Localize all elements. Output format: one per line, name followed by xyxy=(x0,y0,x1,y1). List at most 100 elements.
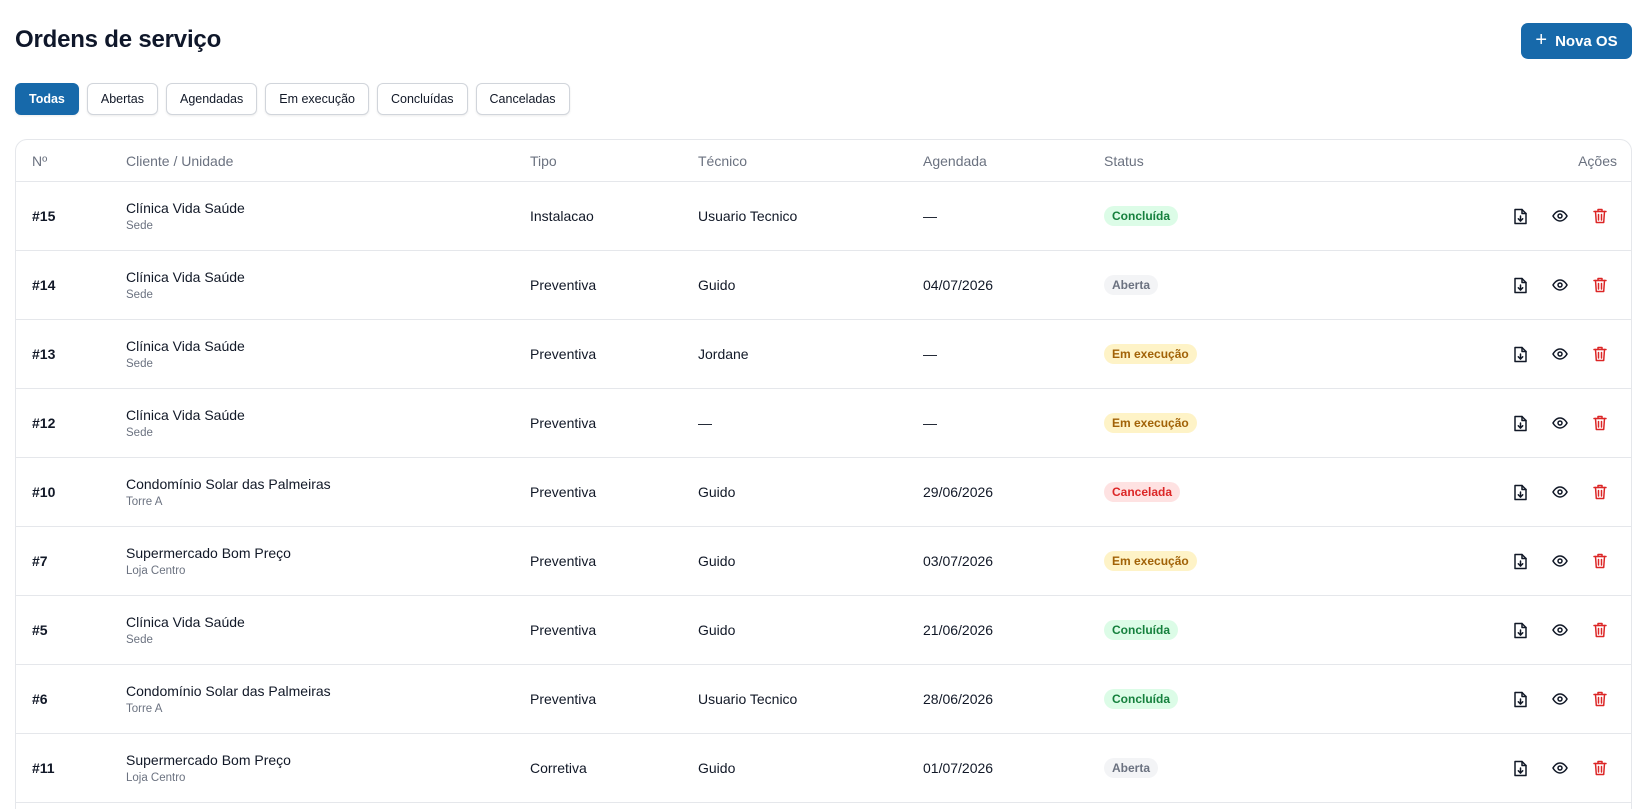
filter-todas[interactable]: Todas xyxy=(15,83,79,115)
order-number: #6 xyxy=(32,691,48,707)
order-number: #11 xyxy=(32,760,55,776)
order-type: Preventiva xyxy=(530,691,597,707)
status-badge: Concluída xyxy=(1104,689,1179,709)
eye-icon[interactable] xyxy=(1551,621,1569,639)
eye-icon[interactable] xyxy=(1551,759,1569,777)
file-download-icon[interactable] xyxy=(1511,345,1529,363)
file-download-icon[interactable] xyxy=(1511,414,1529,432)
trash-icon[interactable] xyxy=(1591,621,1609,639)
eye-icon[interactable] xyxy=(1551,414,1569,432)
status-badge: Em execução xyxy=(1104,551,1197,571)
table-row[interactable]: #6 Condomínio Solar das Palmeiras Torre … xyxy=(16,665,1631,734)
row-actions xyxy=(1511,345,1609,363)
technician: Guido xyxy=(698,484,736,500)
plus-icon: + xyxy=(1535,29,1548,51)
status-badge: Em execução xyxy=(1104,344,1197,364)
file-download-icon[interactable] xyxy=(1511,621,1529,639)
order-number: #10 xyxy=(32,484,56,500)
scheduled-date: — xyxy=(923,415,937,431)
technician: Jordane xyxy=(698,346,749,362)
status-cell: Concluída xyxy=(1104,689,1179,709)
order-number: #14 xyxy=(32,277,56,293)
eye-icon[interactable] xyxy=(1551,552,1569,570)
client-name: Condomínio Solar das Palmeiras xyxy=(126,476,331,492)
scheduled-date: 03/07/2026 xyxy=(923,553,994,569)
client-cell: Clínica Vida Saúde Sede xyxy=(126,269,245,301)
order-number: #7 xyxy=(32,553,48,569)
col-tecnico: Técnico xyxy=(698,153,748,169)
scheduled-date: — xyxy=(923,208,937,224)
order-type: Preventiva xyxy=(530,277,597,293)
eye-icon[interactable] xyxy=(1551,276,1569,294)
eye-icon[interactable] xyxy=(1551,345,1569,363)
eye-icon[interactable] xyxy=(1551,690,1569,708)
technician: — xyxy=(698,415,712,431)
status-cell: Aberta xyxy=(1104,758,1159,778)
table-row[interactable]: #5 Clínica Vida Saúde Sede Preventiva Gu… xyxy=(16,596,1631,665)
status-cell: Concluída xyxy=(1104,206,1179,226)
table-row[interactable]: #7 Supermercado Bom Preço Loja Centro Pr… xyxy=(16,527,1631,596)
technician: Usuario Tecnico xyxy=(698,208,798,224)
new-os-button[interactable]: + Nova OS xyxy=(1521,23,1632,59)
page: Ordens de serviço + Nova OS Todas Aberta… xyxy=(0,0,1644,809)
client-name: Supermercado Bom Preço xyxy=(126,752,291,768)
trash-icon[interactable] xyxy=(1591,690,1609,708)
file-download-icon[interactable] xyxy=(1511,759,1529,777)
client-cell: Clínica Vida Saúde Sede xyxy=(126,407,245,439)
status-cell: Em execução xyxy=(1104,344,1197,364)
client-cell: Clínica Vida Saúde Sede xyxy=(126,614,245,646)
trash-icon[interactable] xyxy=(1591,345,1609,363)
technician: Guido xyxy=(698,760,736,776)
order-type: Preventiva xyxy=(530,484,597,500)
order-type: Preventiva xyxy=(530,553,597,569)
file-download-icon[interactable] xyxy=(1511,690,1529,708)
table-row[interactable]: #11 Supermercado Bom Preço Loja Centro C… xyxy=(16,734,1631,803)
filter-em-execucao[interactable]: Em execução xyxy=(265,83,369,115)
file-download-icon[interactable] xyxy=(1511,207,1529,225)
trash-icon[interactable] xyxy=(1591,552,1609,570)
file-download-icon[interactable] xyxy=(1511,552,1529,570)
table-row[interactable]: #10 Condomínio Solar das Palmeiras Torre… xyxy=(16,458,1631,527)
client-unit: Sede xyxy=(126,634,153,646)
row-actions xyxy=(1511,207,1609,225)
client-unit: Loja Centro xyxy=(126,565,186,577)
row-actions xyxy=(1511,483,1609,501)
client-cell: Condomínio Solar das Palmeiras Torre A xyxy=(126,476,331,508)
table-row[interactable]: #14 Clínica Vida Saúde Sede Preventiva G… xyxy=(16,251,1631,320)
trash-icon[interactable] xyxy=(1591,759,1609,777)
trash-icon[interactable] xyxy=(1591,483,1609,501)
technician: Guido xyxy=(698,622,736,638)
order-type: Preventiva xyxy=(530,346,597,362)
client-name: Supermercado Bom Preço xyxy=(126,545,291,561)
status-badge: Aberta xyxy=(1104,275,1159,295)
table-row[interactable]: #15 Clínica Vida Saúde Sede Instalacao U… xyxy=(16,182,1631,251)
table-row[interactable]: #12 Clínica Vida Saúde Sede Preventiva —… xyxy=(16,389,1631,458)
row-actions xyxy=(1511,621,1609,639)
file-download-icon[interactable] xyxy=(1511,483,1529,501)
filter-canceladas[interactable]: Canceladas xyxy=(475,83,570,115)
table-row[interactable]: #13 Clínica Vida Saúde Sede Preventiva J… xyxy=(16,320,1631,389)
filter-abertas[interactable]: Abertas xyxy=(86,83,158,115)
order-number: #13 xyxy=(32,346,56,362)
client-unit: Torre A xyxy=(126,496,163,508)
orders-table: Nº Cliente / Unidade Tipo Técnico Agenda… xyxy=(15,139,1632,809)
scheduled-date: 01/07/2026 xyxy=(923,760,994,776)
row-actions xyxy=(1511,276,1609,294)
status-badge: Concluída xyxy=(1104,206,1179,226)
file-download-icon[interactable] xyxy=(1511,276,1529,294)
order-number: #12 xyxy=(32,415,56,431)
row-actions xyxy=(1511,759,1609,777)
client-name: Clínica Vida Saúde xyxy=(126,200,245,216)
trash-icon[interactable] xyxy=(1591,414,1609,432)
col-client: Cliente / Unidade xyxy=(126,153,234,169)
trash-icon[interactable] xyxy=(1591,207,1609,225)
trash-icon[interactable] xyxy=(1591,276,1609,294)
row-actions xyxy=(1511,690,1609,708)
filter-agendadas[interactable]: Agendadas xyxy=(165,83,258,115)
eye-icon[interactable] xyxy=(1551,207,1569,225)
status-badge: Cancelada xyxy=(1104,482,1181,502)
eye-icon[interactable] xyxy=(1551,483,1569,501)
filter-concluidas[interactable]: Concluídas xyxy=(376,83,468,115)
status-cell: Cancelada xyxy=(1104,482,1181,502)
client-unit: Loja Centro xyxy=(126,772,186,784)
